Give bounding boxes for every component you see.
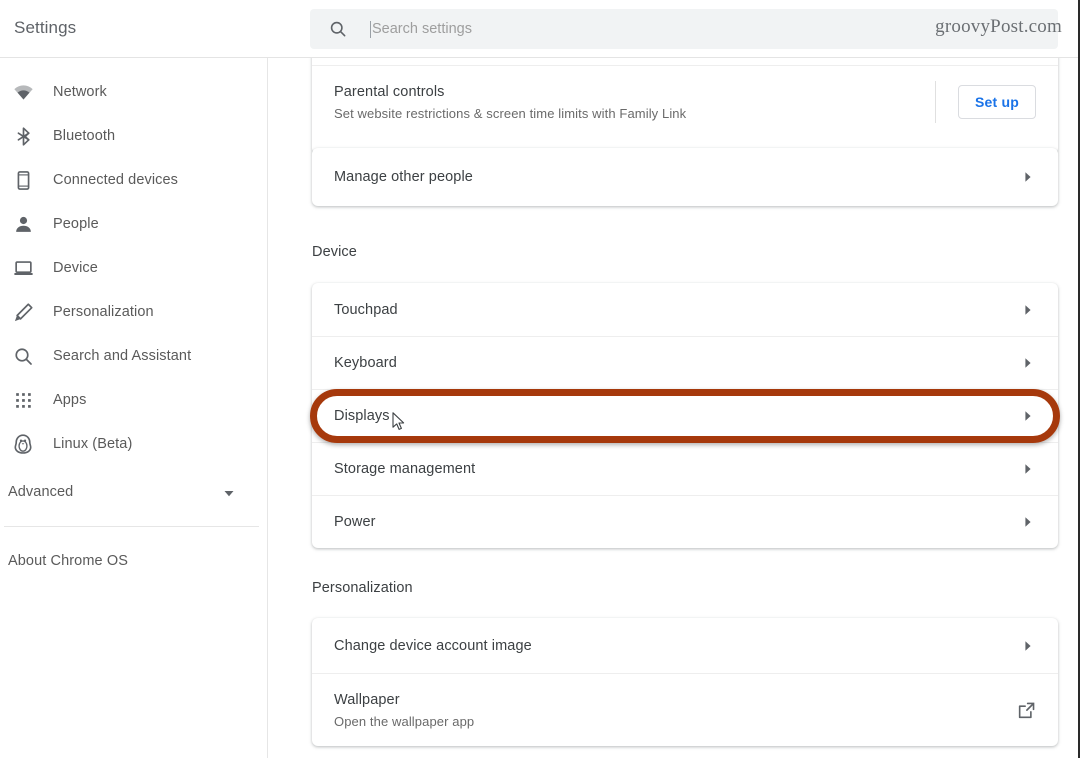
row-texts: Keyboard <box>334 355 1020 371</box>
change-device-account-image-row[interactable]: Change device account image <box>312 618 1058 673</box>
section-title-personalization: Personalization <box>312 580 413 596</box>
row-title: Sign in automatically <box>334 58 1036 59</box>
row-subtitle: Set website restrictions & screen time l… <box>334 105 687 121</box>
caret-down-icon <box>223 486 235 498</box>
sidebar-item-bluetooth[interactable]: Bluetooth <box>0 114 267 158</box>
parental-controls-row[interactable]: Parental controls Set website restrictio… <box>312 66 1058 138</box>
sidebar-item-network[interactable]: Network <box>0 70 267 114</box>
apps-grid-icon <box>8 388 38 412</box>
sidebar-item-apps[interactable]: Apps <box>0 378 267 422</box>
sidebar-item-label: Advanced <box>8 484 74 500</box>
row-title: Displays <box>334 408 390 424</box>
row-title: Power <box>334 514 376 530</box>
penguin-icon <box>8 432 38 456</box>
chevron-right-icon <box>1020 169 1036 185</box>
sidebar-item-label: Connected devices <box>53 172 179 188</box>
sidebar-item-label: Personalization <box>53 304 154 320</box>
phone-icon <box>8 168 38 192</box>
external-link-icon[interactable] <box>1017 701 1036 720</box>
settings-content: Sign in automatically Parental controls … <box>268 58 1078 758</box>
vertical-separator <box>935 81 936 123</box>
sign-in-automatically-row[interactable]: Sign in automatically <box>312 58 1058 66</box>
sidebar-item-advanced[interactable]: Advanced <box>0 470 267 514</box>
row-title: Storage management <box>334 461 476 477</box>
manage-people-card: Manage other people <box>312 148 1058 206</box>
sidebar-item-personalization[interactable]: Personalization <box>0 290 267 334</box>
set-up-button[interactable]: Set up <box>958 85 1036 119</box>
sidebar-item-label: About Chrome OS <box>8 553 128 569</box>
wallpaper-row[interactable]: Wallpaper Open the wallpaper app <box>312 673 1058 746</box>
sidebar-item-people[interactable]: People <box>0 202 267 246</box>
sidebar-item-label: People <box>53 216 99 232</box>
row-title: Keyboard <box>334 355 397 371</box>
laptop-icon <box>8 256 38 280</box>
row-title: Parental controls <box>334 83 445 100</box>
chevron-right-icon <box>1020 408 1036 424</box>
personalization-card: Change device account image Wallpaper Op… <box>312 618 1058 746</box>
row-title: Manage other people <box>334 169 473 185</box>
touchpad-row[interactable]: Touchpad <box>312 283 1058 336</box>
row-texts: Manage other people <box>334 169 1020 185</box>
sidebar-divider <box>4 526 259 527</box>
row-texts: Parental controls Set website restrictio… <box>334 84 935 121</box>
row-texts: Wallpaper Open the wallpaper app <box>334 692 1017 729</box>
section-title-device: Device <box>312 244 357 260</box>
watermark: groovyPost.com <box>935 16 1062 37</box>
person-icon <box>8 212 38 236</box>
keyboard-row[interactable]: Keyboard <box>312 336 1058 389</box>
displays-row[interactable]: Displays <box>312 389 1058 442</box>
device-card: Touchpad Keyboard Displays Storage manag… <box>312 283 1058 548</box>
bluetooth-icon <box>8 124 38 148</box>
sidebar-item-device[interactable]: Device <box>0 246 267 290</box>
row-texts: Touchpad <box>334 302 1020 318</box>
sidebar-item-label: Linux (Beta) <box>53 436 133 452</box>
manage-other-people-row[interactable]: Manage other people <box>312 148 1058 206</box>
wifi-icon <box>8 80 38 104</box>
app-title: Settings <box>14 18 77 37</box>
chevron-right-icon <box>1020 302 1036 318</box>
row-texts: Displays <box>334 408 1020 424</box>
sidebar-item-label: Network <box>53 84 107 100</box>
search-icon <box>328 19 348 39</box>
pencil-icon <box>8 300 38 324</box>
people-card: Sign in automatically Parental controls … <box>312 58 1058 154</box>
sidebar-item-label: Apps <box>53 392 87 408</box>
magnifier-icon <box>8 344 38 368</box>
chevron-right-icon <box>1020 461 1036 477</box>
sidebar-item-search-and-assistant[interactable]: Search and Assistant <box>0 334 267 378</box>
top-bar: Settings groovyPost.com <box>0 0 1078 58</box>
sidebar-item-label: Bluetooth <box>53 128 116 144</box>
row-subtitle: Open the wallpaper app <box>334 713 475 729</box>
sidebar: Network Bluetooth Connected devices Peop… <box>0 58 268 758</box>
row-texts: Change device account image <box>334 638 1020 654</box>
row-title: Change device account image <box>334 637 532 654</box>
chevron-right-icon <box>1020 638 1036 654</box>
row-title: Wallpaper <box>334 691 400 708</box>
storage-management-row[interactable]: Storage management <box>312 442 1058 495</box>
chevron-right-icon <box>1020 514 1036 530</box>
sidebar-item-linux-beta[interactable]: Linux (Beta) <box>0 422 267 466</box>
chromeos-settings-window: Settings groovyPost.com Network <box>0 0 1080 758</box>
power-row[interactable]: Power <box>312 495 1058 548</box>
sidebar-item-connected-devices[interactable]: Connected devices <box>0 158 267 202</box>
sidebar-item-label: Device <box>53 260 98 276</box>
chevron-right-icon <box>1020 355 1036 371</box>
search-input[interactable] <box>362 9 862 49</box>
sidebar-item-about-chrome-os[interactable]: About Chrome OS <box>0 539 267 583</box>
row-texts: Power <box>334 514 1020 530</box>
sidebar-item-label: Search and Assistant <box>53 348 192 364</box>
row-title: Touchpad <box>334 301 398 318</box>
row-texts: Storage management <box>334 461 1020 477</box>
